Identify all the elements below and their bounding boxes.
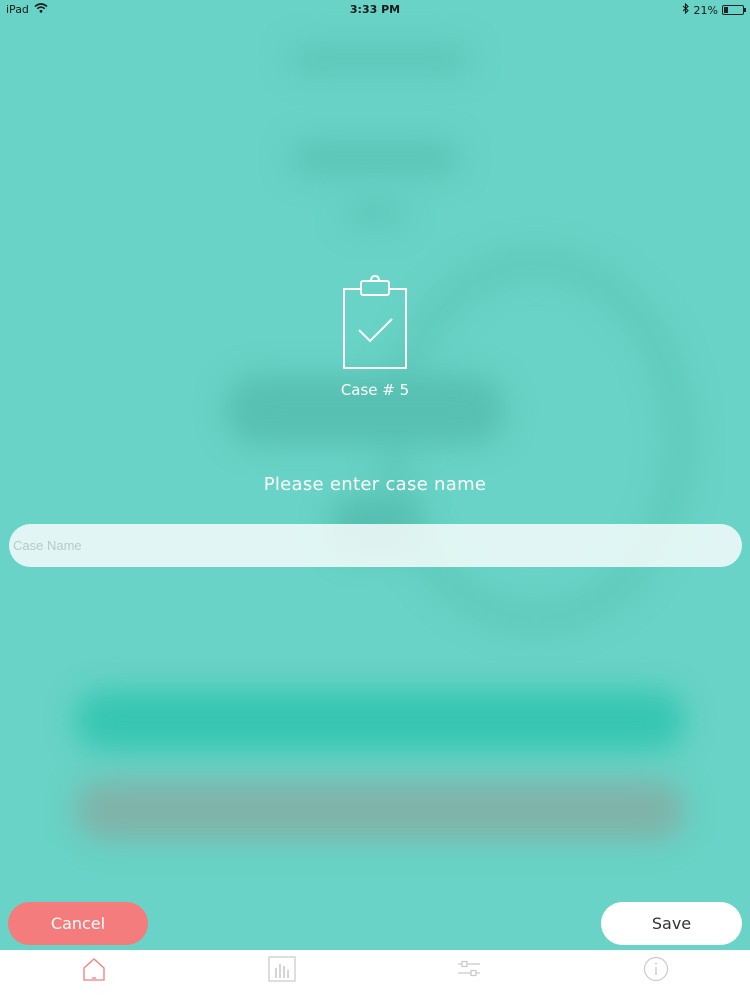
status-bar: iPad 3:33 PM 21% — [0, 0, 750, 20]
clipboard-check-icon — [340, 274, 410, 370]
blurred-background-button-secondary — [75, 780, 685, 840]
tab-statistics[interactable] — [267, 956, 297, 986]
blurred-background-label — [345, 200, 405, 226]
info-icon — [643, 956, 669, 986]
bluetooth-icon — [682, 2, 690, 17]
cancel-button[interactable]: Cancel — [8, 902, 148, 945]
tab-info[interactable] — [641, 956, 671, 986]
blurred-background-button — [75, 690, 685, 750]
blurred-background-title — [290, 45, 470, 73]
case-number-label: Case # 5 — [340, 381, 410, 399]
bar-chart-icon — [268, 956, 296, 986]
tab-home[interactable] — [79, 956, 109, 986]
sliders-icon — [456, 958, 482, 984]
case-name-input[interactable] — [9, 524, 742, 567]
blurred-background-subtitle — [290, 140, 460, 176]
status-bar-right: 21% — [682, 2, 746, 17]
tab-bar — [0, 950, 750, 1000]
case-name-screen: iPad 3:33 PM 21% Case # 5 Please enter c… — [0, 0, 750, 1000]
battery-icon — [722, 5, 746, 15]
tab-settings[interactable] — [454, 956, 484, 986]
battery-percent: 21% — [693, 3, 718, 17]
home-icon — [81, 956, 107, 986]
case-name-prompt: Please enter case name — [263, 474, 487, 495]
save-button[interactable]: Save — [601, 902, 742, 945]
status-time: 3:33 PM — [349, 3, 401, 16]
